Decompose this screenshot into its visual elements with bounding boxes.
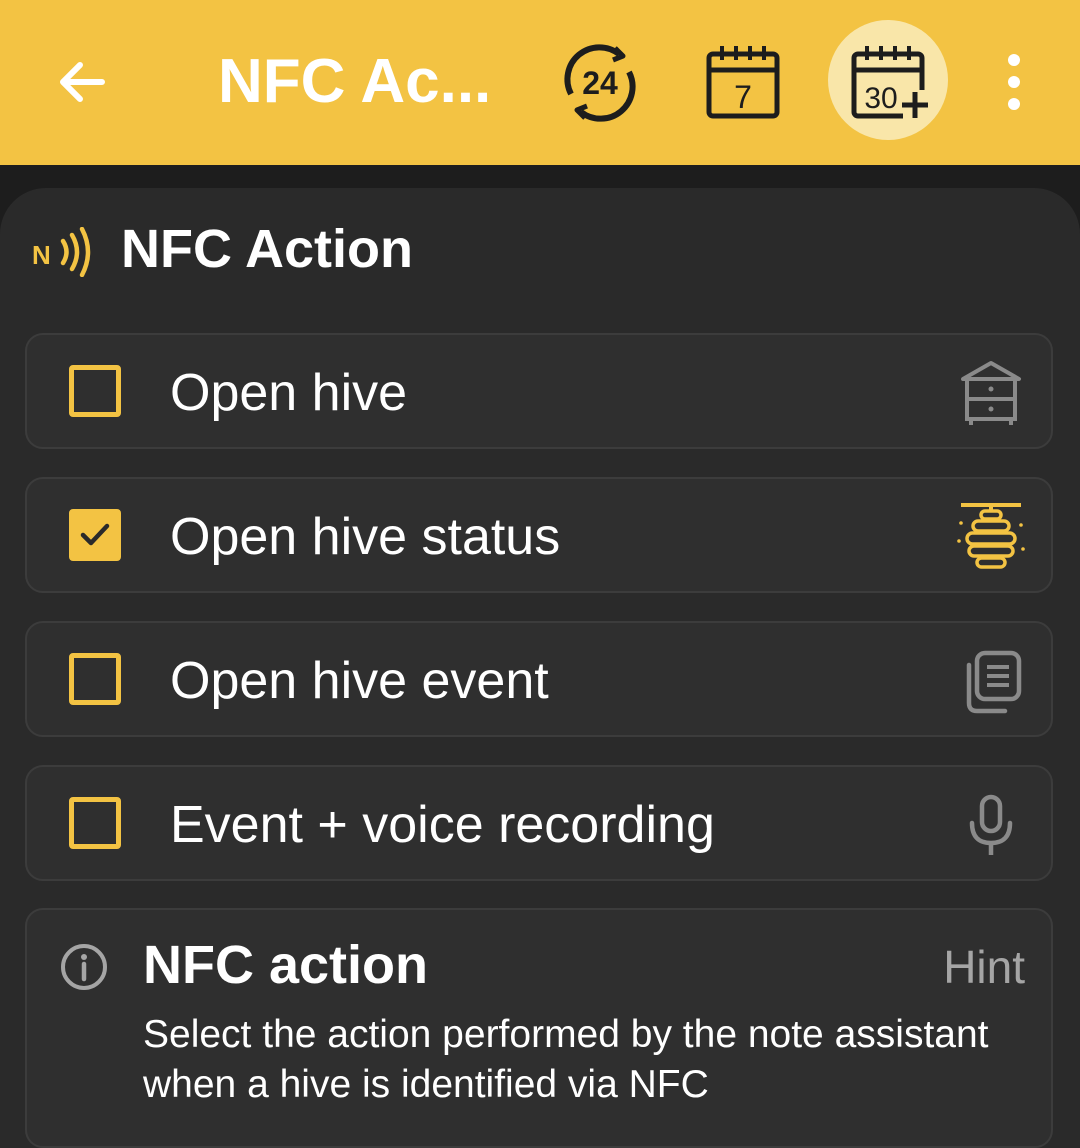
event-voice-recording-checkbox[interactable] [69,797,121,849]
page-title: NFC Ac... [218,47,492,116]
copy-list-icon [955,645,1027,717]
hive-box-icon [955,357,1027,429]
range-30d-label: 30 [864,82,897,115]
info-icon [59,942,109,992]
hint-badge: Hint [943,941,1025,993]
option-label: Open hive [170,364,408,422]
option-open-hive[interactable]: Open hive [25,333,1053,449]
nfc-icon: N [30,226,92,278]
open-hive-status-checkbox[interactable] [69,509,121,561]
option-label: Event + voice recording [170,796,715,854]
svg-text:N: N [32,240,51,270]
range-7d-label: 7 [734,79,752,115]
open-hive-checkbox[interactable] [69,365,121,417]
calendar-30-plus-icon: 30 [851,46,929,120]
more-options-icon[interactable] [994,52,1034,112]
range-30d-button[interactable]: 30 [828,20,948,140]
range-24h-button[interactable]: 24 [557,40,643,126]
beehive-icon [955,501,1027,573]
option-label: Open hive status [170,508,561,566]
back-arrow-icon[interactable] [52,52,112,112]
option-open-hive-event[interactable]: Open hive event [25,621,1053,737]
hint-description: Select the action performed by the note … [143,1013,989,1106]
range-24h-label: 24 [582,65,618,101]
range-7d-button[interactable]: 7 [700,40,786,126]
check-icon [80,523,110,546]
option-label: Open hive event [170,652,549,710]
option-event-voice-recording[interactable]: Event + voice recording [25,765,1053,881]
hint-title: NFC action [143,935,429,995]
hint-card: NFC action Hint Select the action perfor… [25,908,1053,1148]
calendar-7-icon: 7 [706,46,780,119]
option-open-hive-status[interactable]: Open hive status [25,477,1053,593]
clock-24-icon: 24 [564,44,636,122]
open-hive-event-checkbox[interactable] [69,653,121,705]
app-bar: NFC Ac... 24 7 30 [0,0,1080,165]
microphone-icon [955,789,1027,861]
section-title: NFC Action [121,219,413,279]
